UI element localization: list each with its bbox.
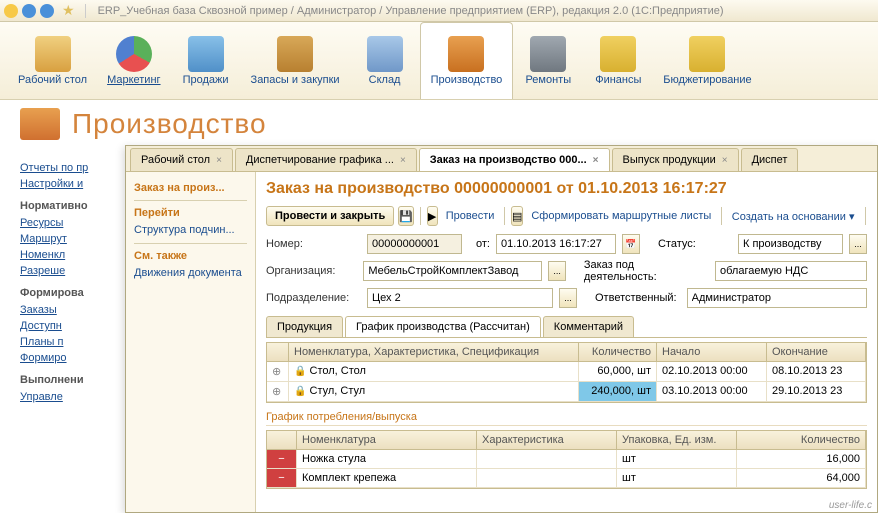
tool-desktop[interactable]: Рабочий стол [8, 22, 97, 99]
tool-marketing[interactable]: Маркетинг [97, 22, 170, 99]
lp-plans[interactable]: Планы п [20, 334, 130, 350]
lp-perm[interactable]: Разреше [20, 263, 130, 279]
close-icon[interactable]: × [400, 155, 406, 166]
form-toolbar: Провести и закрыть 💾 ▶ Провести ▤ Сформи… [266, 206, 867, 226]
app-icon [4, 4, 18, 18]
document-form: Заказ на производство 00000000001 от 01.… [256, 172, 877, 512]
section-title: Производство [72, 108, 267, 140]
window-title: ERP_Учебная база Сквозной пример / Админ… [98, 5, 724, 17]
calendar-icon[interactable]: 📅 [622, 234, 640, 254]
document-window: Рабочий стол× Диспетчирование графика ..… [125, 145, 878, 513]
dept-field[interactable] [367, 288, 553, 308]
tab-output[interactable]: Выпуск продукции× [612, 148, 739, 171]
main-toolbar: Рабочий стол Маркетинг Продажи Запасы и … [0, 22, 878, 100]
activity-field[interactable] [715, 261, 867, 281]
lp-form[interactable]: Формиро [20, 350, 130, 366]
lp-orders[interactable]: Заказы [20, 302, 130, 318]
table-row[interactable]: ⊕ 🔒 Стол, Стол 60,000, шт 02.10.2013 00:… [267, 362, 866, 382]
table-row[interactable]: − Ножка стула шт 16,000 [267, 450, 866, 469]
responsible-field[interactable] [687, 288, 867, 308]
section-icon [20, 108, 60, 140]
form-title: Заказ на производство 00000000001 от 01.… [266, 180, 867, 198]
subtab-comment[interactable]: Комментарий [543, 316, 634, 337]
save-icon[interactable]: 💾 [398, 206, 414, 226]
lp-route[interactable]: Маршрут [20, 231, 130, 247]
create-based-link[interactable]: Создать на основании ▾ [728, 207, 859, 226]
nav-fwd-icon[interactable] [40, 4, 54, 18]
tool-repairs[interactable]: Ремонты [513, 22, 583, 99]
nav-movements[interactable]: Движения документа [134, 264, 247, 282]
routes-link[interactable]: Сформировать маршрутные листы [527, 207, 715, 225]
status-field[interactable] [738, 234, 843, 254]
org-field[interactable] [363, 261, 542, 281]
expand-icon[interactable]: ⊕ [272, 385, 284, 398]
tab-desktop[interactable]: Рабочий стол× [130, 148, 233, 171]
window-tabs: Рабочий стол× Диспетчирование графика ..… [126, 146, 877, 172]
nav-back-icon[interactable] [22, 4, 36, 18]
table-row[interactable]: − Комплект крепежа шт 64,000 [267, 469, 866, 488]
tab-order[interactable]: Заказ на производство 000...× [419, 148, 610, 171]
nav-structure[interactable]: Структура подчин... [134, 221, 247, 239]
tool-warehouse[interactable]: Склад [350, 22, 420, 99]
close-icon[interactable]: × [722, 155, 728, 166]
dots-button[interactable]: ... [849, 234, 867, 254]
tool-stock[interactable]: Запасы и закупки [241, 22, 350, 99]
section-header: Производство [0, 100, 878, 148]
lp-reports[interactable]: Отчеты по пр [20, 160, 130, 176]
tab-dispatch[interactable]: Диспетчирование графика ...× [235, 148, 417, 171]
number-field[interactable] [367, 234, 462, 254]
left-nav-panel: Отчеты по пр Настройки и Нормативно Ресу… [0, 152, 130, 413]
close-icon[interactable]: × [216, 155, 222, 166]
date-field[interactable] [496, 234, 616, 254]
schedule-grid[interactable]: Номенклатура, Характеристика, Спецификац… [266, 342, 867, 403]
tab-disp2[interactable]: Диспет [741, 148, 799, 171]
subtab-products[interactable]: Продукция [266, 316, 343, 337]
sub-tabs: Продукция График производства (Рассчитан… [266, 316, 867, 338]
lp-avail[interactable]: Доступн [20, 318, 130, 334]
favorite-icon[interactable]: ★ [62, 2, 75, 19]
list-icon[interactable]: ▤ [511, 206, 523, 226]
post-icon[interactable]: ▶ [427, 206, 438, 226]
tool-production[interactable]: Производство [420, 22, 514, 99]
fieldset-label: График потребления/выпуска [266, 411, 867, 426]
close-icon[interactable]: × [593, 155, 599, 166]
subtab-schedule[interactable]: График производства (Рассчитан) [345, 316, 541, 337]
consumption-grid[interactable]: Номенклатура Характеристика Упаковка, Ед… [266, 430, 867, 489]
lp-manage[interactable]: Управле [20, 389, 130, 405]
lp-res[interactable]: Ресурсы [20, 215, 130, 231]
tool-sales[interactable]: Продажи [171, 22, 241, 99]
tool-budget[interactable]: Бюджетирование [653, 22, 761, 99]
form-nav-panel: Заказ на произ... Перейти Структура подч… [126, 172, 256, 512]
watermark: user-life.c [829, 500, 872, 511]
post-link[interactable]: Провести [442, 207, 499, 225]
dots-button[interactable]: ... [548, 261, 565, 281]
tool-finance[interactable]: Финансы [583, 22, 653, 99]
titlebar: ★ ERP_Учебная база Сквозной пример / Адм… [0, 0, 878, 22]
lp-settings[interactable]: Настройки и [20, 176, 130, 192]
table-row[interactable]: ⊕ 🔒 Стул, Стул 240,000, шт 03.10.2013 00… [267, 382, 866, 402]
lock-icon: 🔒 [294, 366, 306, 377]
lp-nomen[interactable]: Номенкл [20, 247, 130, 263]
lock-icon: 🔒 [294, 386, 306, 397]
dots-button[interactable]: ... [559, 288, 577, 308]
post-close-button[interactable]: Провести и закрыть [266, 206, 394, 226]
expand-icon[interactable]: ⊕ [272, 365, 284, 378]
